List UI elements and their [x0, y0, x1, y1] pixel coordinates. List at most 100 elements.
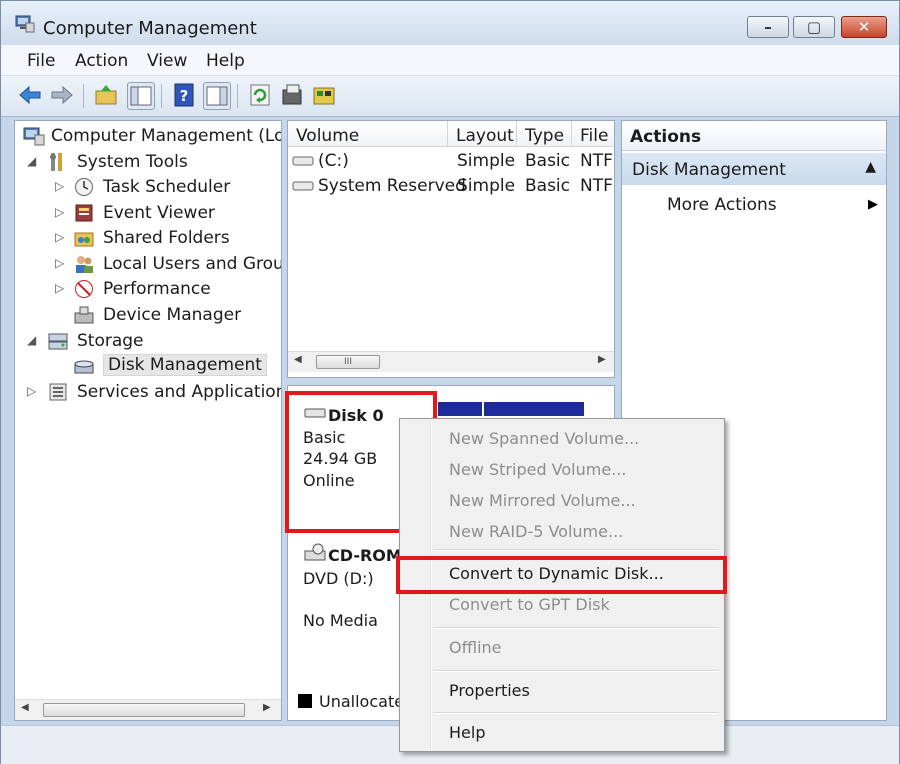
menu-item-new-striped-volume: New Striped Volume...: [449, 460, 627, 479]
volume-file-system: NTF: [580, 176, 613, 196]
services-icon: [49, 383, 67, 401]
forward-arrow-icon[interactable]: [49, 82, 75, 108]
toolbar: ?: [1, 76, 899, 117]
computer-management-icon: [15, 15, 35, 33]
maximize-button[interactable]: ▢: [793, 16, 835, 38]
menu-item-new-spanned-volume: New Spanned Volume...: [449, 429, 640, 448]
tree-item-label: Computer Management (Local: [51, 126, 282, 146]
tree-item-label: Shared Folders: [103, 228, 230, 248]
scroll-right-arrow-icon[interactable]: ▶: [263, 702, 271, 713]
column-header-layout[interactable]: Layout: [448, 121, 517, 147]
volume-name: (C:): [318, 151, 349, 171]
menu-bar: File Action View Help: [1, 45, 899, 76]
window-title: Computer Management: [43, 18, 257, 39]
expand-triangle-icon[interactable]: ▷: [55, 179, 67, 193]
drive-icon: [292, 181, 314, 191]
scroll-right-arrow-icon[interactable]: ▶: [598, 354, 606, 365]
performance-icon: [75, 280, 93, 298]
close-icon: ✕: [857, 18, 871, 36]
menu-item-properties[interactable]: Properties: [449, 681, 530, 700]
actions-header: Actions: [622, 121, 886, 151]
expand-triangle-icon[interactable]: ▷: [55, 256, 67, 270]
up-folder-icon[interactable]: [93, 82, 119, 108]
menu-separator: [433, 627, 719, 629]
expand-triangle-icon[interactable]: ▷: [55, 281, 67, 295]
tree-item-label: Event Viewer: [103, 203, 215, 223]
scroll-thumb[interactable]: [43, 703, 245, 717]
partition-system-reserved-bar[interactable]: [438, 402, 482, 416]
properties-icon[interactable]: [279, 82, 305, 108]
menu-item-offline: Offline: [449, 638, 502, 657]
storage-icon: [48, 333, 68, 350]
collapse-triangle-icon[interactable]: ◢: [27, 333, 39, 347]
help-icon[interactable]: ?: [171, 82, 197, 108]
clock-icon: [75, 178, 93, 196]
menu-action[interactable]: Action: [75, 51, 128, 71]
computer-management-icon: [23, 127, 45, 146]
toolbar-separator: [161, 84, 162, 108]
menu-view[interactable]: View: [147, 51, 187, 71]
more-actions-label: More Actions: [667, 195, 777, 215]
system-tools-icon: [50, 153, 62, 171]
show-hide-tree-icon[interactable]: [127, 82, 155, 110]
partition-c-bar[interactable]: [484, 402, 584, 416]
menu-item-help[interactable]: Help: [449, 723, 485, 742]
collapse-triangle-icon[interactable]: ◢: [27, 154, 39, 168]
collapse-up-icon[interactable]: ▲: [865, 159, 876, 175]
column-header-volume[interactable]: Volume: [288, 121, 448, 147]
scroll-left-arrow-icon[interactable]: ◀: [294, 354, 302, 365]
menu-separator: [433, 670, 719, 672]
users-icon: [76, 256, 93, 273]
toolbar-separator: [237, 84, 238, 108]
tree-horizontal-scrollbar[interactable]: ◀ ▶: [15, 699, 281, 720]
scroll-left-arrow-icon[interactable]: ◀: [21, 702, 29, 713]
cd-rom-icon: [304, 543, 326, 561]
volume-layout: Simple: [457, 176, 516, 196]
more-actions-item[interactable]: More Actions: [667, 195, 777, 215]
tree-item-label: Services and Applications: [77, 382, 282, 402]
volume-layout: Simple: [457, 151, 516, 171]
column-header-file-system[interactable]: File S: [572, 121, 614, 147]
event-viewer-icon: [75, 204, 93, 222]
shared-folder-icon: [74, 232, 94, 247]
tree-item-label: Task Scheduler: [103, 177, 231, 197]
volume-horizontal-scrollbar[interactable]: ◀ III ▶: [288, 351, 614, 372]
menu-file[interactable]: File: [27, 51, 55, 71]
volume-type: Basic: [525, 151, 571, 171]
actions-section-disk-management[interactable]: Disk Management ▲: [622, 153, 886, 185]
tree-item-label: Performance: [103, 279, 211, 299]
close-button[interactable]: ✕: [841, 16, 887, 38]
device-manager-icon: [74, 306, 94, 324]
show-hide-action-pane-icon[interactable]: [203, 82, 231, 110]
tree-item-label: Storage: [77, 331, 144, 351]
actions-section-label: Disk Management: [632, 160, 786, 180]
tree-item-label: System Tools: [77, 152, 188, 172]
drive-icon: [292, 156, 314, 166]
menu-separator: [433, 712, 719, 714]
expand-triangle-icon[interactable]: ▷: [55, 230, 67, 244]
menu-help[interactable]: Help: [206, 51, 245, 71]
minimize-button[interactable]: –: [747, 16, 789, 38]
disk-settings-icon[interactable]: [311, 82, 337, 108]
title-bar[interactable]: Computer Management – ▢ ✕: [1, 1, 899, 45]
volume-type: Basic: [525, 176, 571, 196]
back-arrow-icon[interactable]: [17, 82, 43, 108]
cdrom-drive: DVD (D:): [303, 569, 374, 588]
menu-item-new-raid5-volume: New RAID-5 Volume...: [449, 522, 624, 541]
volume-list: Volume Layout Type File S (C:) Simple Ba…: [287, 120, 615, 378]
scroll-thumb[interactable]: III: [316, 355, 380, 369]
refresh-icon[interactable]: [247, 82, 273, 108]
svg-text:?: ?: [180, 87, 189, 105]
column-header-type[interactable]: Type: [517, 121, 572, 147]
navigation-tree: Computer Management (Local ◢ System Tool…: [14, 120, 282, 721]
menu-item-convert-gpt-disk: Convert to GPT Disk: [449, 595, 610, 614]
expand-triangle-icon[interactable]: ▷: [55, 205, 67, 219]
volume-file-system: NTF: [580, 151, 613, 171]
disk-management-icon: [74, 360, 94, 374]
expand-triangle-icon[interactable]: ▷: [27, 384, 39, 398]
minimize-icon: –: [764, 18, 772, 36]
toolbar-separator: [83, 84, 84, 108]
convert-dynamic-highlight: [396, 556, 727, 594]
submenu-arrow-icon[interactable]: ▶: [868, 197, 878, 212]
maximize-icon: ▢: [806, 18, 822, 36]
